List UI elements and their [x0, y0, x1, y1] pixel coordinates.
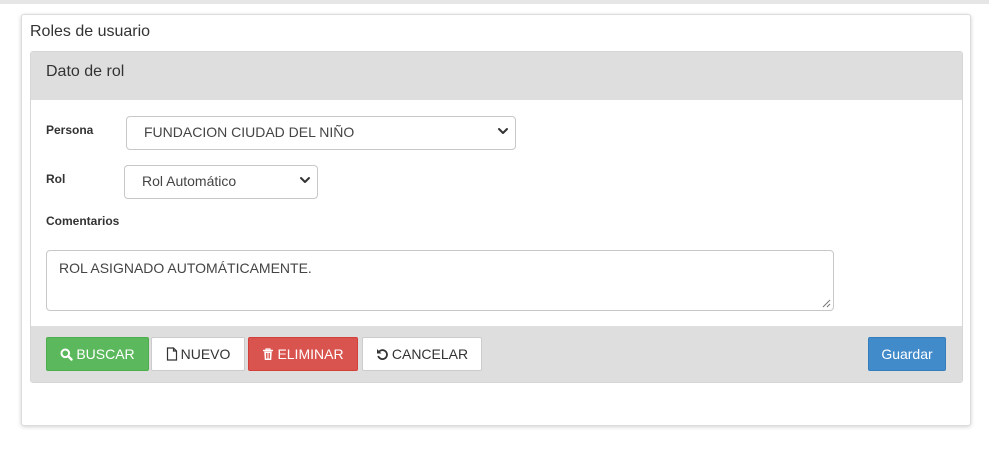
- file-icon: [166, 347, 177, 361]
- cancelar-button-label: CANCELAR: [391, 346, 469, 362]
- panel-title: Dato de rol: [46, 63, 125, 80]
- chevron-down-icon: [300, 177, 310, 183]
- roles-card: Roles de usuario Dato de rol Persona FUN…: [21, 14, 971, 426]
- eliminar-button[interactable]: ELIMINAR: [248, 337, 358, 371]
- guardar-button[interactable]: Guardar: [868, 337, 946, 371]
- rol-panel: Dato de rol Persona FUNDACION CIUDAD DEL…: [30, 51, 963, 383]
- top-bar: [0, 0, 989, 4]
- buscar-button[interactable]: BUSCAR: [46, 337, 149, 371]
- comentarios-value: ROL ASIGNADO AUTOMÁTICAMENTE.: [59, 260, 312, 276]
- resize-grip-icon[interactable]: [822, 299, 831, 308]
- persona-select-value: FUNDACION CIUDAD DEL NIÑO: [144, 124, 355, 140]
- trash-icon: [263, 347, 274, 360]
- guardar-button-label: Guardar: [881, 346, 933, 362]
- page-title: Roles de usuario: [30, 23, 151, 40]
- comentarios-textarea[interactable]: ROL ASIGNADO AUTOMÁTICAMENTE.: [46, 250, 834, 311]
- undo-icon: [376, 348, 388, 360]
- eliminar-button-label: ELIMINAR: [277, 346, 344, 362]
- buscar-button-label: BUSCAR: [76, 346, 135, 362]
- rol-select-value: Rol Automático: [142, 173, 237, 189]
- actions-bar: BUSCAR NUEVO ELIMINAR CANCELAR Guardar: [31, 326, 962, 382]
- chevron-down-icon: [498, 128, 508, 134]
- rol-select[interactable]: Rol Automático: [124, 165, 318, 199]
- panel-header: Dato de rol: [31, 52, 962, 100]
- comentarios-label: Comentarios: [46, 214, 120, 228]
- persona-select[interactable]: FUNDACION CIUDAD DEL NIÑO: [126, 116, 516, 150]
- search-icon: [60, 348, 74, 361]
- rol-label: Rol: [46, 172, 66, 186]
- nuevo-button-label: NUEVO: [180, 346, 231, 362]
- cancelar-button[interactable]: CANCELAR: [362, 337, 482, 371]
- persona-label: Persona: [46, 123, 94, 137]
- nuevo-button[interactable]: NUEVO: [151, 337, 245, 371]
